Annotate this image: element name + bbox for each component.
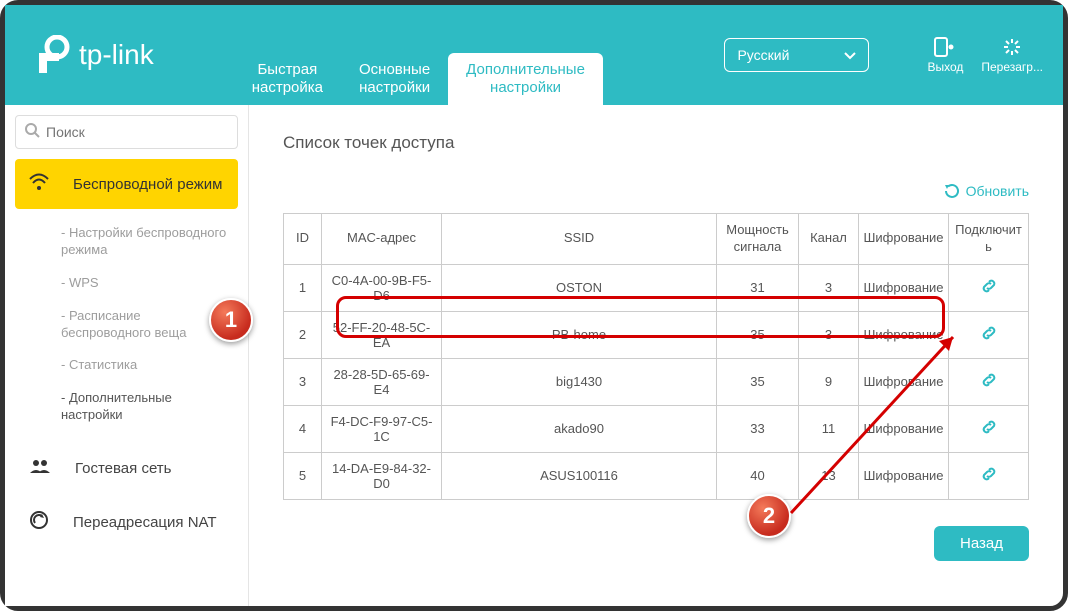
cell-mac: C0-4A-00-9B-F5-D6	[322, 264, 442, 311]
connect-icon[interactable]	[980, 283, 998, 298]
connect-icon[interactable]	[980, 471, 998, 486]
table-row: 1C0-4A-00-9B-F5-D6OSTON313Шифрование	[284, 264, 1029, 311]
cell-signal: 35	[717, 311, 799, 358]
sidebar-item-label: Беспроводной режим	[73, 176, 222, 193]
cell-channel: 3	[799, 264, 859, 311]
cell-signal: 33	[717, 405, 799, 452]
cell-ssid: akado90	[442, 405, 717, 452]
ap-list-table: ID MAC-адрес SSID Мощность сигнала Канал…	[283, 213, 1029, 500]
sidebar: Беспроводной режим - Настройки беспровод…	[5, 105, 249, 606]
back-button[interactable]: Назад	[934, 526, 1029, 561]
table-row: 328-28-5D-65-69-E4big1430359Шифрование	[284, 358, 1029, 405]
logout-label: Выход	[927, 60, 963, 74]
sub-advanced-settings[interactable]: - Дополнительные настройки	[33, 382, 230, 432]
header-bar: tp-link Быстраянастройка Основныенастрой…	[5, 5, 1063, 105]
cell-signal: 31	[717, 264, 799, 311]
sidebar-item-wireless[interactable]: Беспроводной режим	[15, 159, 238, 209]
connect-icon[interactable]	[980, 377, 998, 392]
cell-ssid: ASUS100116	[442, 452, 717, 499]
sub-wireless-settings[interactable]: - Настройки беспроводного режима	[33, 217, 230, 267]
cell-mac: F4-DC-F9-97-C5-1C	[322, 405, 442, 452]
page-title: Список точек доступа	[283, 133, 1029, 153]
sub-wps[interactable]: - WPS	[33, 267, 230, 300]
col-encryption: Шифрование	[859, 214, 949, 265]
logo-icon	[35, 35, 71, 75]
cell-ssid: big1430	[442, 358, 717, 405]
cell-mac: 14-DA-E9-84-32-D0	[322, 452, 442, 499]
layout: Беспроводной режим - Настройки беспровод…	[5, 105, 1063, 606]
cell-encryption: Шифрование	[859, 311, 949, 358]
tab-basic-settings[interactable]: Основныенастройки	[341, 53, 448, 105]
cell-channel: 3	[799, 311, 859, 358]
cell-connect	[949, 264, 1029, 311]
table-header-row: ID MAC-адрес SSID Мощность сигнала Канал…	[284, 214, 1029, 265]
cell-signal: 40	[717, 452, 799, 499]
table-row: 4F4-DC-F9-97-C5-1Cakado903311Шифрование	[284, 405, 1029, 452]
search-icon	[24, 122, 40, 143]
cell-channel: 13	[799, 452, 859, 499]
nat-icon	[29, 510, 61, 534]
cell-encryption: Шифрование	[859, 264, 949, 311]
connect-icon[interactable]	[980, 424, 998, 439]
col-mac: MAC-адрес	[322, 214, 442, 265]
guests-icon	[29, 458, 63, 478]
cell-mac: 28-28-5D-65-69-E4	[322, 358, 442, 405]
cell-mac: 52-FF-20-48-5C-EA	[322, 311, 442, 358]
cell-id: 5	[284, 452, 322, 499]
reboot-label: Перезагр...	[981, 60, 1043, 74]
sidebar-item-label: Переадресация NAT	[73, 514, 217, 531]
cell-connect	[949, 358, 1029, 405]
cell-id: 3	[284, 358, 322, 405]
cell-signal: 35	[717, 358, 799, 405]
connect-icon[interactable]	[980, 330, 998, 345]
annotation-badge-2: 2	[747, 494, 791, 538]
cell-id: 1	[284, 264, 322, 311]
annotation-badge-1: 1	[209, 298, 253, 342]
cell-connect	[949, 311, 1029, 358]
col-signal: Мощность сигнала	[717, 214, 799, 265]
cell-connect	[949, 452, 1029, 499]
sidebar-item-guest[interactable]: Гостевая сеть	[15, 444, 238, 492]
language-label: Русский	[737, 47, 789, 63]
main-tabs: Быстраянастройка Основныенастройки Допол…	[234, 5, 725, 105]
logo-text: tp-link	[79, 39, 154, 71]
content-area: Список точек доступа Обновить ID MAC-адр…	[249, 105, 1063, 606]
logout-button[interactable]: Выход	[927, 37, 963, 74]
logo: tp-link	[35, 35, 154, 75]
language-select[interactable]: Русский	[724, 38, 869, 72]
cell-encryption: Шифрование	[859, 452, 949, 499]
sidebar-item-nat[interactable]: Переадресация NAT	[15, 496, 238, 548]
col-channel: Канал	[799, 214, 859, 265]
cell-id: 2	[284, 311, 322, 358]
cell-encryption: Шифрование	[859, 405, 949, 452]
chevron-down-icon	[844, 47, 856, 63]
table-row: 252-FF-20-48-5C-EAPB-home353Шифрование	[284, 311, 1029, 358]
col-id: ID	[284, 214, 322, 265]
refresh-label: Обновить	[966, 183, 1029, 199]
cell-encryption: Шифрование	[859, 358, 949, 405]
wifi-icon	[29, 173, 61, 195]
table-row: 514-DA-E9-84-32-D0ASUS1001164013Шифрован…	[284, 452, 1029, 499]
search-input[interactable]	[46, 124, 229, 140]
search-box[interactable]	[15, 115, 238, 149]
cell-ssid: OSTON	[442, 264, 717, 311]
refresh-button[interactable]: Обновить	[283, 183, 1029, 199]
wireless-submenu: - Настройки беспроводного режима - WPS -…	[15, 213, 238, 444]
sidebar-item-label: Гостевая сеть	[75, 460, 171, 477]
cell-connect	[949, 405, 1029, 452]
cell-channel: 11	[799, 405, 859, 452]
reboot-button[interactable]: Перезагр...	[981, 37, 1043, 74]
tab-quick-setup[interactable]: Быстраянастройка	[234, 53, 341, 105]
cell-id: 4	[284, 405, 322, 452]
col-connect: Подключить	[949, 214, 1029, 265]
cell-ssid: PB-home	[442, 311, 717, 358]
col-ssid: SSID	[442, 214, 717, 265]
tab-advanced-settings[interactable]: Дополнительныенастройки	[448, 53, 603, 105]
sub-statistics[interactable]: - Статистика	[33, 349, 230, 382]
cell-channel: 9	[799, 358, 859, 405]
sub-wireless-schedule[interactable]: - Расписание беспроводного веща	[33, 300, 230, 350]
